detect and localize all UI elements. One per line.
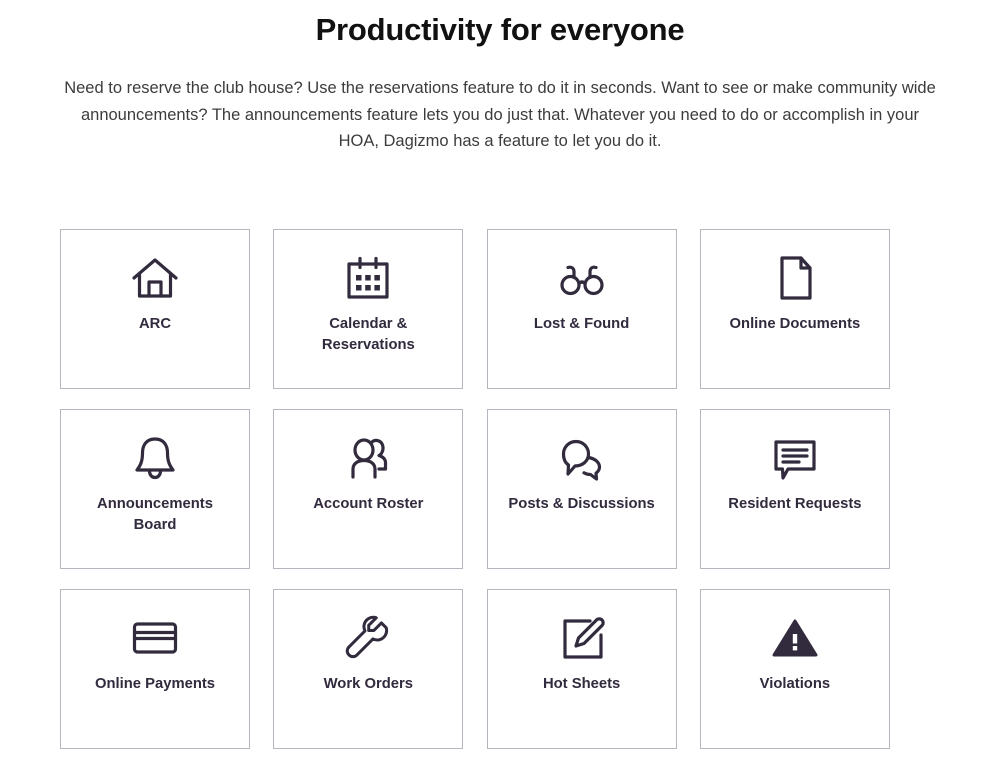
document-icon bbox=[767, 250, 823, 306]
glasses-icon bbox=[554, 250, 610, 306]
edit-square-icon bbox=[554, 610, 610, 666]
feature-card-label: Hot Sheets bbox=[542, 676, 621, 692]
feature-card-label: Online Payments bbox=[94, 676, 216, 692]
feature-card-label: Announcements Board bbox=[97, 496, 213, 533]
feature-card-account-roster[interactable]: Account Roster bbox=[273, 409, 464, 569]
warning-triangle-icon bbox=[767, 610, 823, 666]
bell-icon bbox=[127, 430, 183, 486]
feature-card-label: ARC bbox=[138, 316, 172, 332]
credit-card-icon bbox=[127, 610, 183, 666]
feature-card-violations[interactable]: Violations bbox=[699, 589, 890, 749]
feature-card-work-orders[interactable]: Work Orders bbox=[273, 589, 464, 749]
feature-card-label: Work Orders bbox=[323, 676, 413, 692]
feature-card-announcements-board[interactable]: Announcements Board bbox=[60, 409, 250, 569]
feature-card-label: Account Roster bbox=[313, 496, 424, 512]
feature-card-lost-and-found[interactable]: Lost & Found bbox=[486, 229, 677, 389]
feature-card-online-documents[interactable]: Online Documents bbox=[699, 229, 890, 389]
page-intro-paragraph: Need to reserve the club house? Use the … bbox=[64, 79, 936, 150]
feature-card-label: Resident Requests bbox=[728, 496, 862, 512]
feature-card-label: Calendar & Reservations bbox=[321, 316, 415, 353]
feature-card-label: Lost & Found bbox=[533, 316, 630, 332]
feature-card-calendar-reservations[interactable]: Calendar & Reservations bbox=[273, 229, 464, 389]
house-icon bbox=[127, 250, 183, 306]
wrench-icon bbox=[340, 610, 396, 666]
feature-card-grid: ARC Calendar & Reservations Lost & Found… bbox=[60, 229, 890, 749]
feature-card-label: Online Documents bbox=[729, 316, 861, 332]
feature-card-arc[interactable]: ARC bbox=[60, 229, 250, 389]
page-title: Productivity for everyone bbox=[315, 12, 685, 47]
feature-card-online-payments[interactable]: Online Payments bbox=[60, 589, 250, 749]
feature-card-label: Posts & Discussions bbox=[508, 496, 655, 512]
users-icon bbox=[340, 430, 396, 486]
message-lines-icon bbox=[767, 430, 823, 486]
feature-grid-page: Productivity for everyone Need to reserv… bbox=[0, 0, 1000, 762]
speech-bubbles-icon bbox=[554, 430, 610, 486]
feature-card-hot-sheets[interactable]: Hot Sheets bbox=[486, 589, 677, 749]
feature-card-label: Violations bbox=[759, 676, 831, 692]
calendar-icon bbox=[340, 250, 396, 306]
feature-card-posts-discussions[interactable]: Posts & Discussions bbox=[486, 409, 677, 569]
feature-card-resident-requests[interactable]: Resident Requests bbox=[699, 409, 890, 569]
